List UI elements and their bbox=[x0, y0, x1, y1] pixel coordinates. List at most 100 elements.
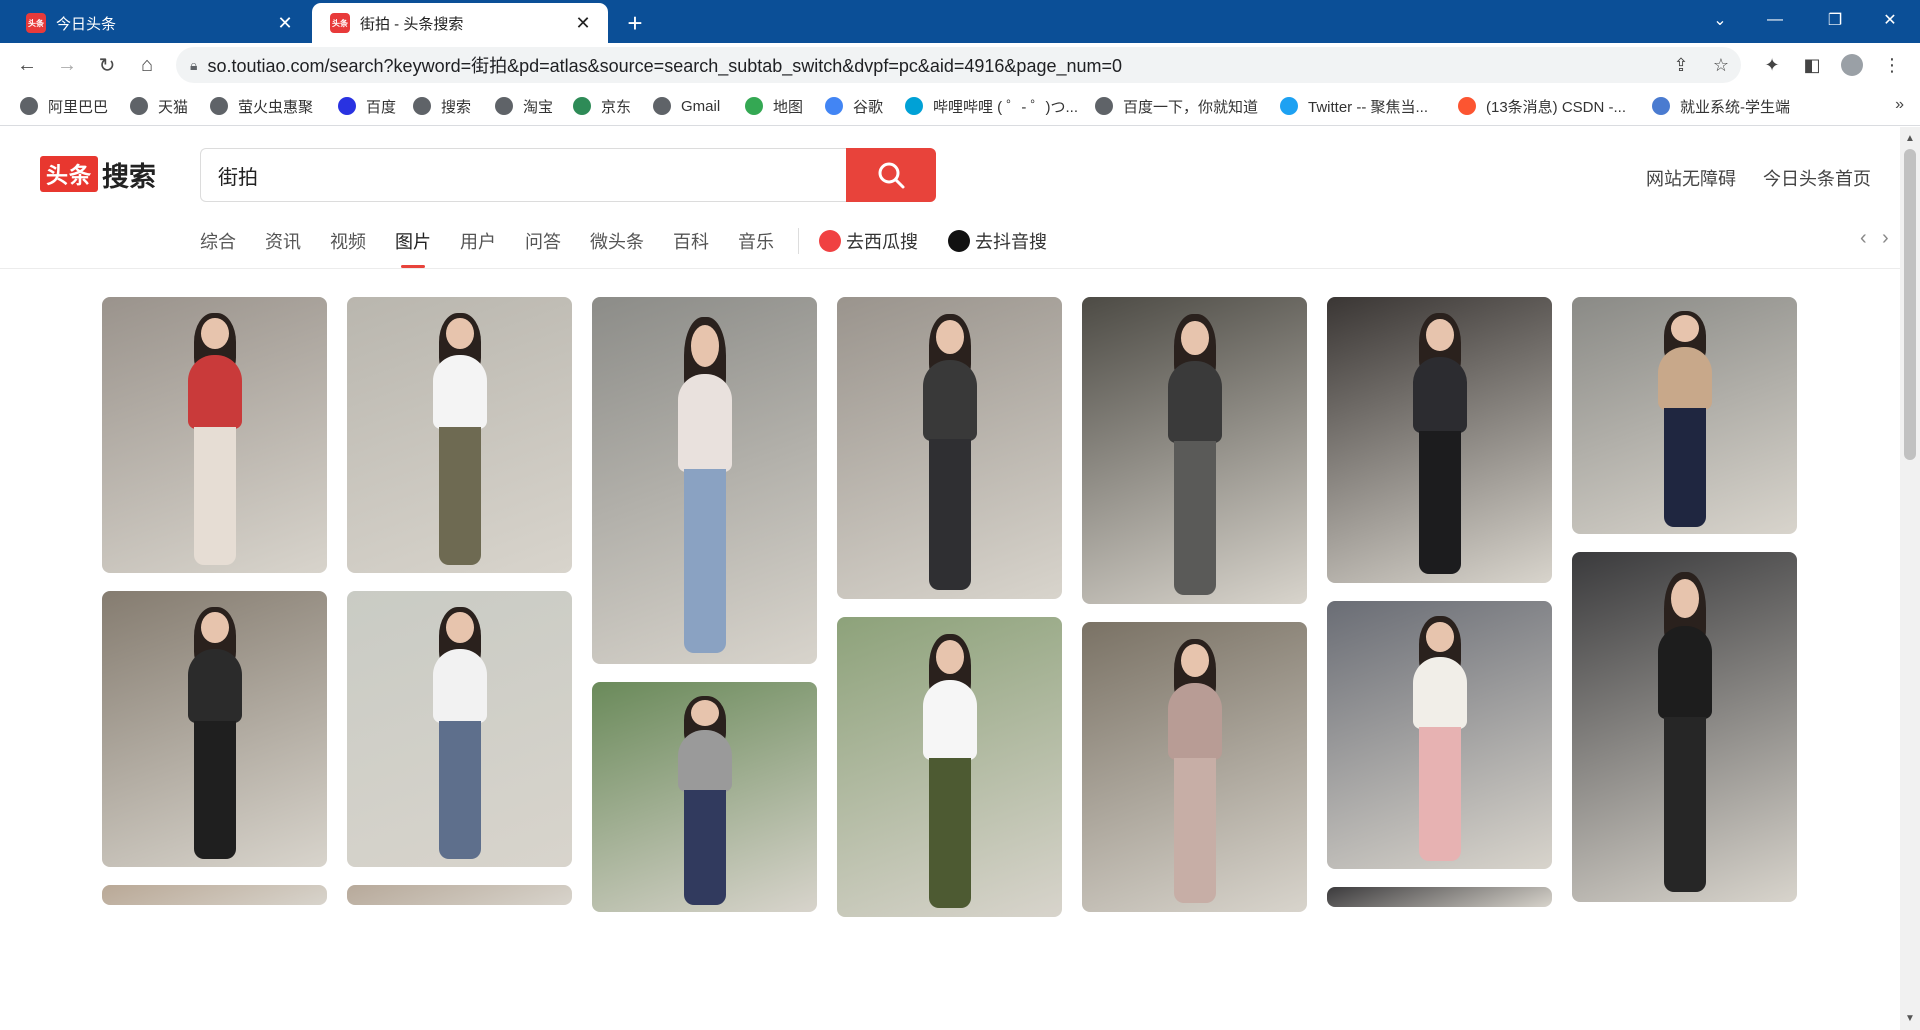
bookmark-item[interactable]: 就业系统-学生端 bbox=[1652, 94, 1790, 118]
subtab-item[interactable]: 用户 bbox=[460, 228, 496, 254]
share-icon[interactable]: ⇪ bbox=[1661, 55, 1701, 76]
window-close-icon[interactable]: ✕ bbox=[1860, 0, 1920, 40]
scrollbar-thumb[interactable] bbox=[1904, 149, 1916, 460]
douyin-search-link[interactable]: 去抖音搜 bbox=[948, 228, 1047, 254]
bookmark-item[interactable]: 淘宝 bbox=[495, 94, 553, 118]
browser-tab-toutiao[interactable]: 头条 今日头条 ✕ bbox=[8, 3, 310, 43]
browser-menu-kebab-icon[interactable]: ⋮ bbox=[1876, 50, 1908, 80]
image-result[interactable] bbox=[592, 682, 817, 912]
subtab-item[interactable]: 百科 bbox=[673, 228, 709, 254]
image-result[interactable] bbox=[592, 297, 817, 664]
bookmark-item[interactable]: 阿里巴巴 bbox=[20, 94, 108, 118]
restore-icon[interactable]: ❐ bbox=[1805, 0, 1865, 40]
image-result[interactable] bbox=[347, 591, 572, 867]
forward-arrow-icon[interactable]: → bbox=[52, 50, 82, 80]
person-figure bbox=[1150, 637, 1240, 913]
bookmark-favicon-icon bbox=[745, 97, 763, 115]
image-result[interactable] bbox=[1082, 297, 1307, 604]
page-scrollbar[interactable]: ▲ ▼ bbox=[1900, 127, 1920, 1030]
figure-part bbox=[935, 320, 964, 355]
image-result[interactable] bbox=[1572, 552, 1797, 902]
subtab-prev-icon[interactable]: ‹ bbox=[1860, 227, 1867, 250]
figure-part bbox=[928, 758, 971, 908]
bookmark-favicon-icon bbox=[653, 97, 671, 115]
back-arrow-icon[interactable]: ← bbox=[12, 50, 42, 80]
bookmark-item[interactable]: 百度 bbox=[338, 94, 396, 118]
scroll-down-icon[interactable]: ▼ bbox=[1905, 1013, 1915, 1024]
bookmark-favicon-icon bbox=[210, 97, 228, 115]
reload-icon[interactable]: ↻ bbox=[92, 50, 122, 80]
xigua-search-link[interactable]: 去西瓜搜 bbox=[819, 228, 918, 254]
bookmark-label: 百度一下，你就知道 bbox=[1123, 98, 1259, 116]
browser-tab-search[interactable]: 头条 街拍 - 头条搜索 ✕ bbox=[312, 3, 608, 43]
subtab-item[interactable]: 资讯 bbox=[265, 228, 301, 254]
figure-part bbox=[200, 318, 229, 350]
new-tab-plus-icon[interactable]: + bbox=[618, 6, 652, 40]
bookmark-item[interactable]: Gmail bbox=[653, 94, 720, 118]
subtab-item[interactable]: 微头条 bbox=[590, 228, 644, 254]
toutiao-search-logo[interactable]: 头条 搜索 bbox=[40, 156, 156, 192]
bookmark-item[interactable]: 萤火虫惠聚 bbox=[210, 94, 313, 118]
bookmark-label: 百度 bbox=[366, 98, 397, 116]
bookmark-item[interactable]: Twitter -- 聚焦当... bbox=[1280, 94, 1428, 118]
search-icon bbox=[878, 162, 905, 189]
bookmark-item[interactable]: 百度一下，你就知道 bbox=[1095, 94, 1258, 118]
bookmark-label: 京东 bbox=[601, 98, 632, 116]
image-result[interactable] bbox=[102, 591, 327, 867]
bookmark-favicon-icon bbox=[20, 97, 38, 115]
image-result[interactable] bbox=[347, 297, 572, 573]
image-result[interactable] bbox=[1327, 297, 1552, 583]
douyin-icon bbox=[948, 230, 970, 252]
bookmark-item[interactable]: 搜索 bbox=[413, 94, 471, 118]
home-icon[interactable]: ⌂ bbox=[132, 50, 162, 80]
search-button[interactable] bbox=[846, 148, 936, 202]
bookmark-label: 地图 bbox=[773, 98, 804, 116]
image-result[interactable] bbox=[837, 297, 1062, 599]
lock-icon[interactable]: 🔒︎ bbox=[190, 57, 197, 74]
bookmark-item[interactable]: 谷歌 bbox=[825, 94, 883, 118]
close-icon[interactable]: ✕ bbox=[274, 13, 296, 34]
bookmark-item[interactable]: 天猫 bbox=[130, 94, 188, 118]
search-box bbox=[200, 148, 846, 202]
tab-search-chevron-icon[interactable]: ⌄ bbox=[1690, 0, 1750, 40]
image-result[interactable] bbox=[347, 885, 572, 905]
bookmarks-overflow-icon[interactable]: » bbox=[1895, 96, 1904, 114]
figure-part bbox=[438, 426, 481, 565]
search-input[interactable] bbox=[218, 163, 846, 187]
extensions-puzzle-icon[interactable]: ✦ bbox=[1756, 50, 1788, 80]
image-result[interactable] bbox=[1327, 887, 1552, 907]
toutiao-home-link[interactable]: 今日头条首页 bbox=[1763, 165, 1871, 191]
image-result[interactable] bbox=[102, 885, 327, 905]
subtab-item[interactable]: 视频 bbox=[330, 228, 366, 254]
minimize-icon[interactable]: — bbox=[1745, 0, 1805, 40]
image-result[interactable] bbox=[837, 617, 1062, 917]
person-figure bbox=[905, 312, 995, 599]
side-panel-icon[interactable]: ◧ bbox=[1796, 50, 1828, 80]
image-result[interactable] bbox=[102, 297, 327, 573]
bookmark-favicon-icon bbox=[130, 97, 148, 115]
subtab-item[interactable]: 图片 bbox=[395, 228, 431, 268]
bookmark-item[interactable]: 哔哩哔哩 ( ゜- ゜)つ... bbox=[905, 94, 1078, 118]
subtab-item[interactable]: 综合 bbox=[200, 228, 236, 254]
image-result[interactable] bbox=[1572, 297, 1797, 534]
profile-avatar-icon[interactable] bbox=[1836, 50, 1868, 80]
image-result[interactable] bbox=[1082, 622, 1307, 912]
bookmark-star-icon[interactable]: ☆ bbox=[1701, 55, 1741, 76]
bookmark-item[interactable]: 地图 bbox=[745, 94, 803, 118]
figure-part bbox=[432, 354, 487, 429]
subtab-item[interactable]: 问答 bbox=[525, 228, 561, 254]
subtab-next-icon[interactable]: › bbox=[1882, 227, 1889, 250]
image-result[interactable] bbox=[1327, 601, 1552, 869]
scroll-up-icon[interactable]: ▲ bbox=[1905, 133, 1915, 144]
close-icon[interactable]: ✕ bbox=[572, 13, 594, 34]
figure-part bbox=[1657, 346, 1712, 410]
bookmark-favicon-icon bbox=[413, 97, 431, 115]
address-bar[interactable]: 🔒︎ so.toutiao.com/search?keyword=街拍&pd=a… bbox=[176, 47, 1741, 83]
figure-part bbox=[683, 790, 726, 906]
bookmark-item[interactable]: 京东 bbox=[573, 94, 631, 118]
accessibility-link[interactable]: 网站无障碍 bbox=[1646, 165, 1736, 191]
subtab-item[interactable]: 音乐 bbox=[738, 228, 774, 254]
bookmark-item[interactable]: (13条消息) CSDN -... bbox=[1458, 94, 1626, 118]
url-text[interactable]: so.toutiao.com/search?keyword=街拍&pd=atla… bbox=[207, 52, 1661, 78]
person-figure bbox=[1640, 570, 1730, 903]
